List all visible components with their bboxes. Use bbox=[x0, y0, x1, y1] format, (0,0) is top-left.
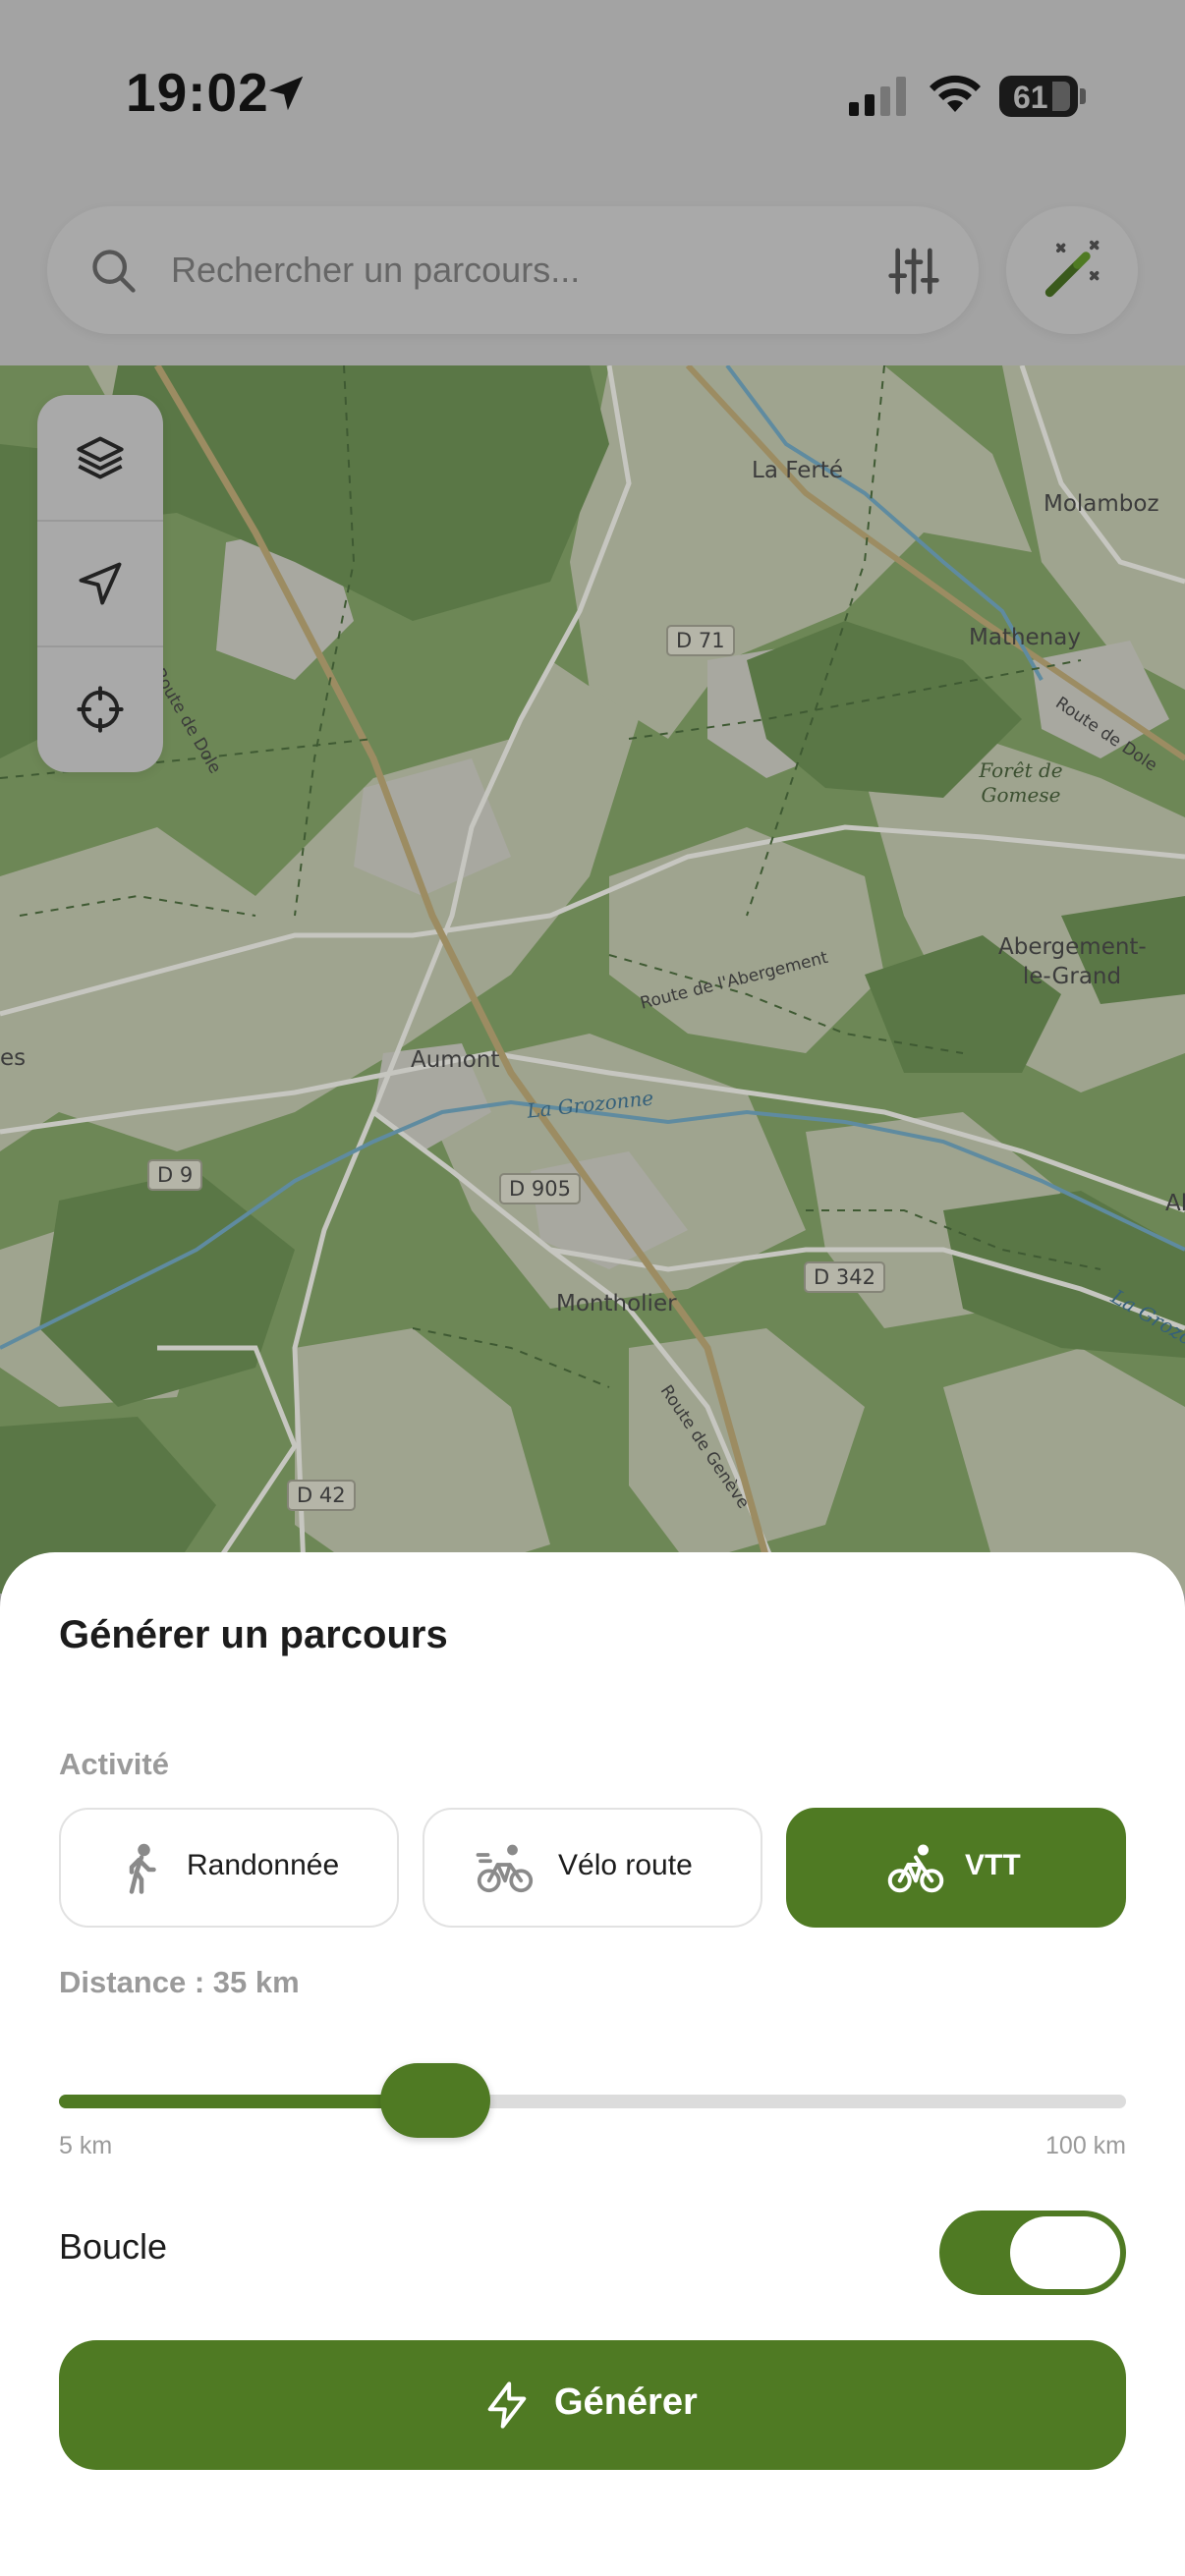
mountain-bike-icon bbox=[887, 1844, 944, 1893]
road-badge: D 905 bbox=[499, 1173, 581, 1204]
search-bar[interactable] bbox=[47, 206, 979, 334]
slider-max-label: 100 km bbox=[1045, 2132, 1126, 2159]
slider-fill bbox=[59, 2095, 435, 2108]
distance-label: Distance : 35 km bbox=[59, 1965, 300, 1999]
road-badge: D 42 bbox=[287, 1480, 356, 1511]
layers-button[interactable] bbox=[37, 395, 163, 521]
place-label: Mathenay bbox=[969, 625, 1081, 650]
place-label: Abergement-le-Grand bbox=[998, 934, 1147, 989]
magic-wand-icon bbox=[1044, 240, 1100, 298]
navigation-button[interactable] bbox=[37, 521, 163, 646]
activity-option-hiking[interactable]: Randonnée bbox=[59, 1808, 399, 1928]
battery-level: 61 bbox=[1013, 80, 1048, 115]
lightning-icon bbox=[487, 2381, 527, 2429]
place-label: La Ferté bbox=[752, 458, 843, 483]
activity-label-mtb: VTT bbox=[965, 1849, 1021, 1881]
place-label: Aumont bbox=[411, 1047, 500, 1073]
activity-label-hiking: Randonnée bbox=[187, 1849, 340, 1881]
distance-slider[interactable] bbox=[59, 2063, 1126, 2138]
road-bike-icon bbox=[476, 1844, 534, 1893]
navigation-arrow-icon bbox=[79, 562, 122, 605]
generate-button[interactable]: Générer bbox=[59, 2340, 1126, 2470]
sheet-title: Générer un parcours bbox=[59, 1613, 448, 1656]
slider-min-label: 5 km bbox=[59, 2132, 113, 2159]
status-time: 19:02 bbox=[126, 62, 269, 123]
layers-icon bbox=[77, 436, 124, 479]
road-badge: D 9 bbox=[147, 1159, 203, 1191]
location-arrow-icon bbox=[268, 76, 304, 111]
magic-wand-button[interactable] bbox=[1006, 206, 1138, 334]
generate-label: Générer bbox=[554, 2381, 698, 2423]
hiker-icon bbox=[129, 1843, 156, 1894]
crosshair-icon bbox=[77, 686, 124, 733]
place-label: Al bbox=[1165, 1191, 1185, 1216]
forest-label: Forêt de Gomese bbox=[979, 758, 1063, 807]
loop-toggle[interactable] bbox=[939, 2211, 1126, 2295]
search-input[interactable] bbox=[171, 238, 859, 303]
activity-option-road-bike[interactable]: Vélo route bbox=[423, 1808, 762, 1928]
map-controls bbox=[37, 395, 163, 772]
generate-route-sheet: Générer un parcours Activité Randonnée V… bbox=[0, 1552, 1185, 2576]
loop-label: Boucle bbox=[59, 2226, 168, 2267]
wifi-icon bbox=[930, 75, 981, 112]
toggle-knob bbox=[1010, 2216, 1120, 2289]
road-badge: D 342 bbox=[804, 1261, 885, 1293]
place-label: Montholier bbox=[556, 1291, 677, 1316]
status-bar: 19:02 61 bbox=[0, 0, 1185, 187]
cellular-signal-icon bbox=[849, 77, 906, 116]
locate-button[interactable] bbox=[37, 646, 163, 772]
top-bar: 19:02 61 bbox=[0, 0, 1185, 365]
activity-label-road-bike: Vélo route bbox=[558, 1849, 693, 1881]
activity-option-mtb[interactable]: VTT bbox=[786, 1808, 1126, 1928]
search-icon bbox=[92, 250, 136, 293]
map-view[interactable]: La Ferté Molamboz Mathenay Abergement-le… bbox=[0, 365, 1185, 1594]
place-label: Molamboz bbox=[1044, 491, 1159, 517]
slider-thumb[interactable] bbox=[379, 2063, 490, 2138]
filter-sliders-icon[interactable] bbox=[886, 244, 941, 299]
battery-icon: 61 bbox=[999, 76, 1078, 117]
activity-label: Activité bbox=[59, 1747, 169, 1781]
place-label: es bbox=[0, 1045, 27, 1071]
road-badge: D 71 bbox=[666, 625, 735, 656]
